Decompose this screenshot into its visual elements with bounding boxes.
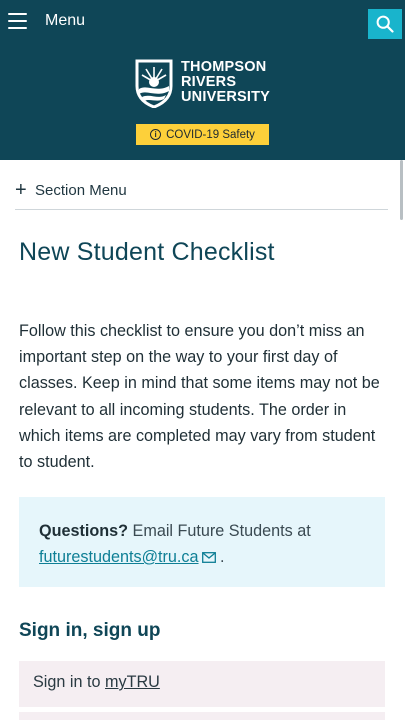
email-link[interactable]: futurestudents@tru.ca — [39, 548, 199, 566]
hamburger-icon — [8, 13, 27, 29]
site-header: Menu THOMPSON RIVERS UNIVERSITY i COVID-… — [0, 0, 405, 160]
checklist-item[interactable]: Sign in to myTRU — [19, 661, 385, 707]
plus-icon: + — [15, 179, 27, 201]
menu-button[interactable]: Menu — [8, 9, 98, 33]
intro-paragraph: Follow this checklist to ensure you don’… — [19, 322, 380, 472]
section-heading: Sign in, sign up — [19, 620, 161, 641]
checklist-item-prefix: Sign in to — [33, 673, 105, 691]
callout-text: Email Future Students at — [128, 522, 311, 540]
search-icon — [376, 15, 394, 33]
mail-icon — [201, 552, 216, 563]
covid-label: COVID-19 Safety — [166, 128, 255, 141]
mytru-link[interactable]: myTRU — [105, 673, 160, 691]
questions-callout: Questions? Email Future Students at futu… — [19, 497, 385, 587]
section-menu-toggle[interactable]: + Section Menu — [15, 179, 388, 210]
tru-shield-icon — [135, 59, 173, 108]
section-menu-label: Section Menu — [35, 182, 127, 199]
page-title: New Student Checklist — [19, 238, 275, 266]
search-button[interactable] — [368, 9, 402, 39]
scrollbar-thumb[interactable] — [400, 160, 403, 220]
info-icon: i — [150, 129, 162, 140]
callout-strong: Questions? — [39, 522, 129, 540]
menu-label: Menu — [45, 12, 86, 29]
tru-logo[interactable]: THOMPSON RIVERS UNIVERSITY — [134, 58, 274, 108]
logo-wordmark: THOMPSON RIVERS UNIVERSITY — [181, 59, 271, 105]
checklist-item-next[interactable] — [19, 712, 385, 720]
covid-safety-button[interactable]: i COVID-19 Safety — [136, 124, 269, 145]
callout-end: . — [220, 548, 225, 566]
